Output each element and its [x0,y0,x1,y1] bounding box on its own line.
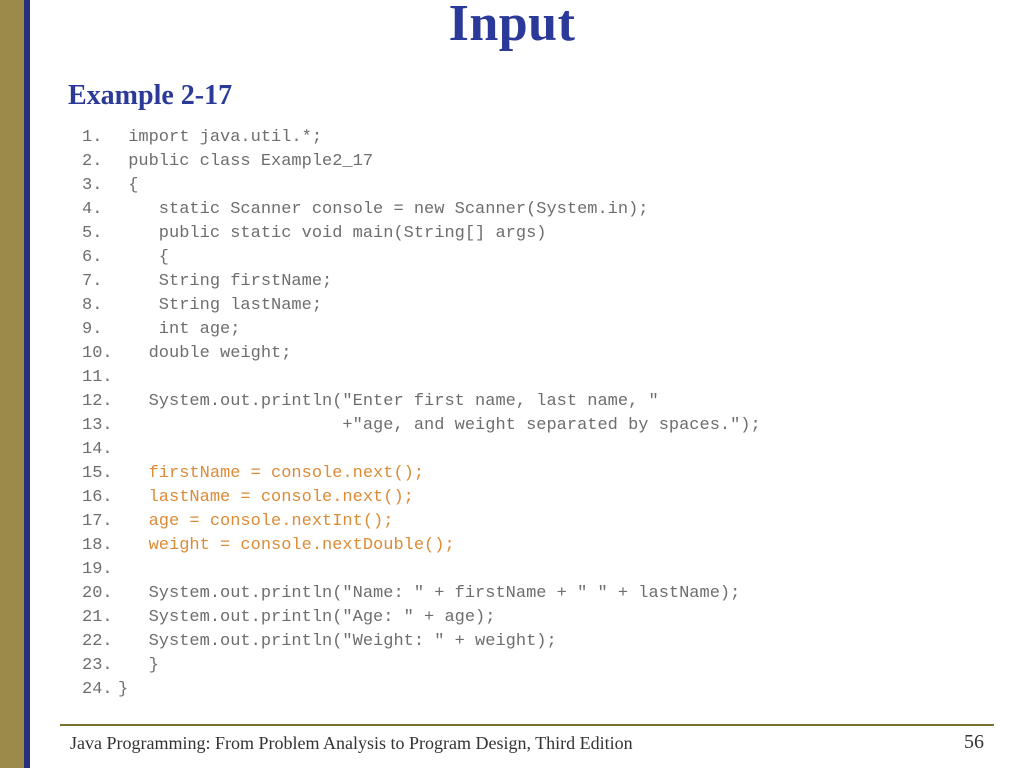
line-number: 12. [82,390,118,414]
line-number: 8. [82,294,118,318]
code-line: 8. String lastName; [82,294,761,318]
code-line: 16. lastName = console.next(); [82,486,761,510]
line-number: 17. [82,510,118,534]
decor-left-navy [24,0,30,768]
line-number: 15. [82,462,118,486]
line-text: firstName = console.next(); [118,464,424,483]
line-text: } [118,680,128,699]
line-text: double weight; [118,344,291,363]
code-line: 2. public class Example2_17 [82,150,761,174]
code-line: 22. System.out.println("Weight: " + weig… [82,630,761,654]
code-line: 3. { [82,174,761,198]
slide-title: Input [0,0,1024,53]
line-number: 7. [82,270,118,294]
line-number: 11. [82,366,118,390]
code-line: 6. { [82,246,761,270]
line-number: 10. [82,342,118,366]
slide-subtitle: Example 2-17 [68,80,232,112]
footer-divider [60,724,994,726]
line-number: 6. [82,246,118,270]
line-text: static Scanner console = new Scanner(Sys… [118,200,649,219]
line-number: 16. [82,486,118,510]
line-number: 21. [82,606,118,630]
line-number: 4. [82,198,118,222]
code-line: 7. String firstName; [82,270,761,294]
code-line: 23. } [82,654,761,678]
code-line: 5. public static void main(String[] args… [82,222,761,246]
footer-text: Java Programming: From Problem Analysis … [70,733,633,754]
line-text: +"age, and weight separated by spaces.")… [118,416,761,435]
line-text: lastName = console.next(); [118,488,414,507]
line-number: 23. [82,654,118,678]
code-line: 24.} [82,678,761,702]
code-line: 17. age = console.nextInt(); [82,510,761,534]
code-line: 14. [82,438,761,462]
decor-left-gold [0,0,24,768]
line-text: public static void main(String[] args) [118,224,546,243]
line-text: weight = console.nextDouble(); [118,536,455,555]
line-text: System.out.println("Age: " + age); [118,608,495,627]
code-line: 13. +"age, and weight separated by space… [82,414,761,438]
page-number: 56 [964,731,984,754]
code-line: 19. [82,558,761,582]
slide: Input Example 2-17 1. import java.util.*… [0,0,1024,768]
line-text: } [118,656,159,675]
line-text: { [118,176,138,195]
line-text: System.out.println("Name: " + firstName … [118,584,740,603]
line-text: String lastName; [118,296,322,315]
line-text: String firstName; [118,272,332,291]
line-number: 1. [82,126,118,150]
code-line: 18. weight = console.nextDouble(); [82,534,761,558]
code-line: 10. double weight; [82,342,761,366]
code-line: 4. static Scanner console = new Scanner(… [82,198,761,222]
line-text: age = console.nextInt(); [118,512,393,531]
line-number: 9. [82,318,118,342]
code-line: 21. System.out.println("Age: " + age); [82,606,761,630]
code-line: 11. [82,366,761,390]
line-number: 18. [82,534,118,558]
line-number: 22. [82,630,118,654]
line-text: System.out.println("Weight: " + weight); [118,632,557,651]
code-line: 9. int age; [82,318,761,342]
line-number: 20. [82,582,118,606]
code-line: 20. System.out.println("Name: " + firstN… [82,582,761,606]
line-text: System.out.println("Enter first name, la… [118,392,659,411]
code-line: 12. System.out.println("Enter first name… [82,390,761,414]
line-text: import java.util.*; [118,128,322,147]
line-text: { [118,248,169,267]
line-text: int age; [118,320,240,339]
line-number: 24. [82,678,118,702]
code-line: 1. import java.util.*; [82,126,761,150]
line-number: 5. [82,222,118,246]
line-number: 3. [82,174,118,198]
code-line: 15. firstName = console.next(); [82,462,761,486]
line-number: 14. [82,438,118,462]
code-listing: 1. import java.util.*;2. public class Ex… [82,126,761,702]
line-text: public class Example2_17 [118,152,373,171]
line-number: 2. [82,150,118,174]
line-number: 19. [82,558,118,582]
line-number: 13. [82,414,118,438]
